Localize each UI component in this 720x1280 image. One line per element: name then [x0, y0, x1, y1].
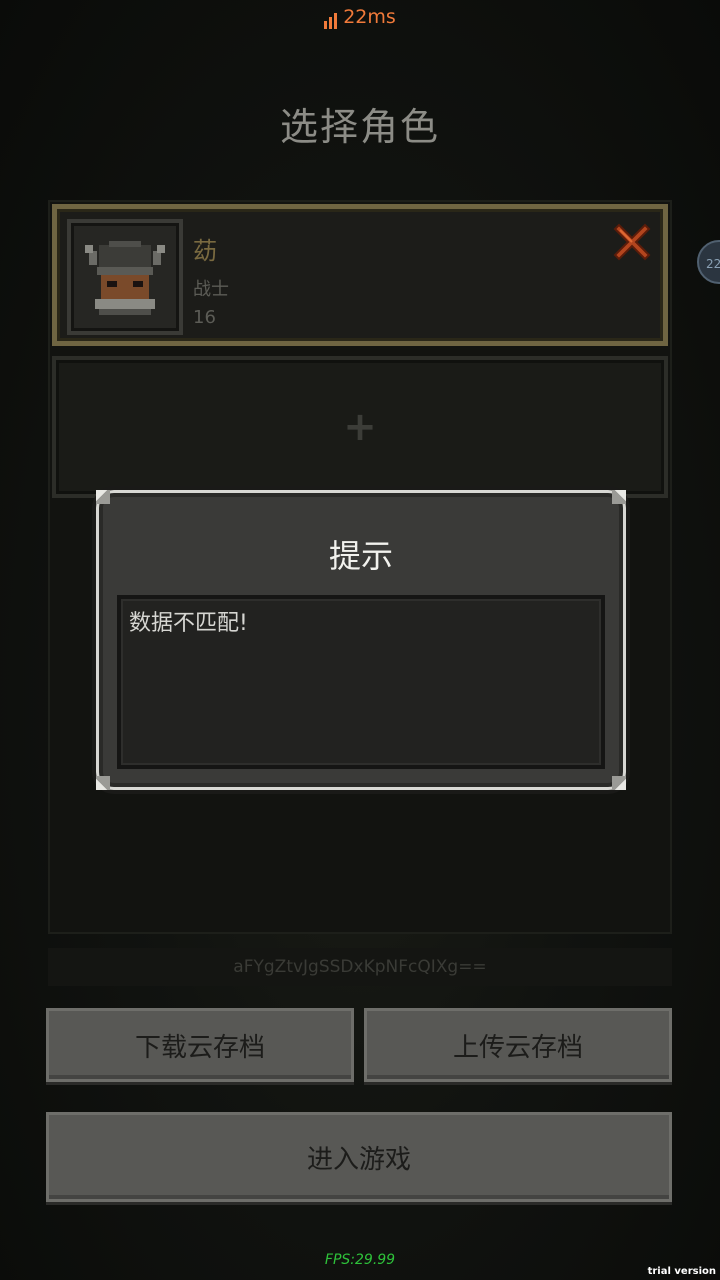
- alert-dialog: 提示 数据不匹配!: [96, 490, 626, 790]
- signal-bars-icon: [324, 7, 339, 29]
- character-name: 苭: [193, 237, 217, 265]
- trial-version-label: trial version: [647, 1266, 716, 1277]
- dialog-message: 数据不匹配!: [117, 595, 605, 769]
- add-character-icon: +: [343, 404, 377, 450]
- fps-counter: FPS:29.99: [324, 1252, 396, 1268]
- ping-indicator: 22ms: [0, 6, 720, 29]
- character-portrait: [67, 219, 183, 335]
- upload-cloud-save-button[interactable]: 上传云存档: [364, 1008, 672, 1082]
- dialog-title: 提示: [328, 537, 393, 575]
- side-badge[interactable]: 22: [697, 240, 720, 284]
- screen-title: 选择角色: [279, 105, 440, 149]
- empty-character-slot[interactable]: +: [52, 356, 668, 498]
- character-slot-1[interactable]: 苭 战士 16: [52, 204, 668, 346]
- red-x-icon: [613, 223, 651, 261]
- character-level: 16: [193, 307, 216, 328]
- dialog-corner-icon: [96, 776, 110, 790]
- dialog-corner-icon: [612, 776, 626, 790]
- ping-value: 22ms: [343, 6, 396, 28]
- enter-game-button[interactable]: 进入游戏: [46, 1112, 672, 1202]
- save-code-text: aFYgZtvJgSSDxKpNFcQIXg==: [48, 948, 672, 986]
- character-class: 战士: [193, 279, 229, 300]
- dialog-corner-icon: [96, 490, 110, 504]
- delete-character-button[interactable]: [611, 221, 653, 263]
- download-cloud-save-button[interactable]: 下载云存档: [46, 1008, 354, 1082]
- game-screen: 22ms 选择角色 苭 战士 16 + 22 提示 数据不匹配! aFYgZtv…: [0, 0, 720, 1280]
- horned-helmet-warrior-icon: [85, 241, 165, 315]
- dialog-corner-icon: [612, 490, 626, 504]
